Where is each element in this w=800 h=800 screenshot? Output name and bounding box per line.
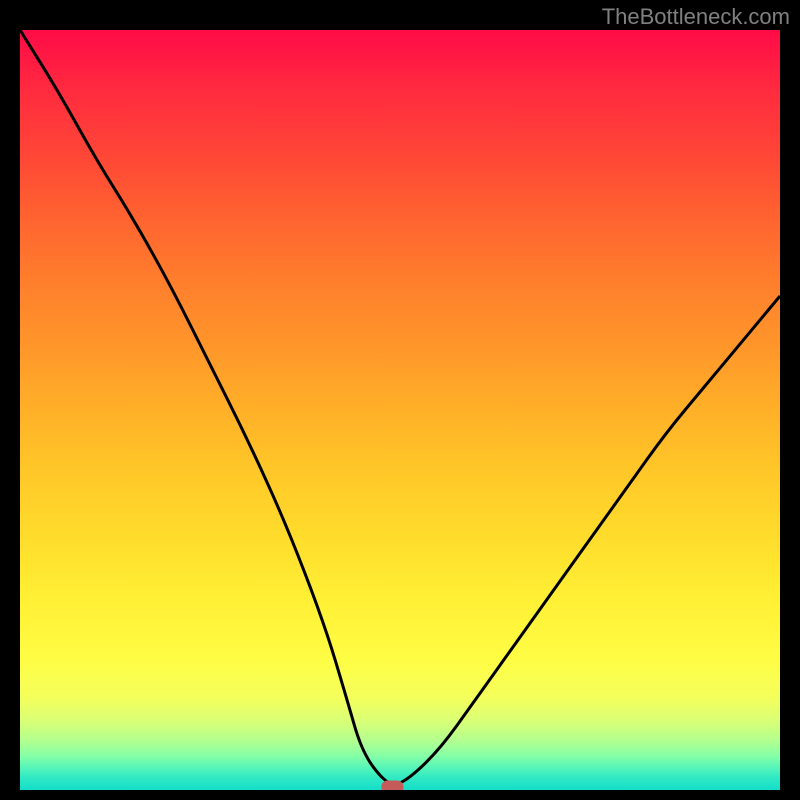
chart-svg <box>20 30 780 790</box>
attribution-label: TheBottleneck.com <box>602 4 790 30</box>
plot-area <box>20 30 780 790</box>
optimal-marker <box>381 781 403 791</box>
chart-container: TheBottleneck.com <box>0 0 800 800</box>
bottleneck-curve <box>20 30 780 784</box>
